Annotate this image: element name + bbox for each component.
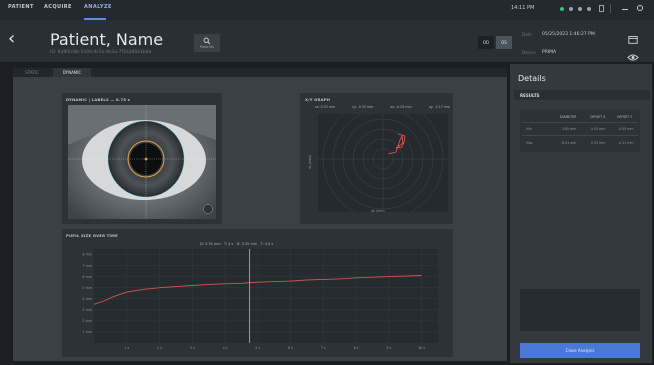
results-label: RESULTS xyxy=(520,93,540,98)
pupil-chart-title: PUPIL SIZE OVER TIME xyxy=(66,233,118,238)
power-icon[interactable] xyxy=(637,5,643,11)
xy-ylabel: dy (mm) xyxy=(307,155,312,169)
row-max-offset-x: 0.33 mm xyxy=(591,141,606,145)
nav-analyze[interactable]: ANALYZE xyxy=(84,4,112,10)
y-tick-label: 6 mm xyxy=(82,275,92,279)
x-tick-label: 5 s xyxy=(255,346,260,350)
xy-card-title: X/Y GRAPH xyxy=(305,97,331,102)
y-tick-label: 3 mm xyxy=(82,308,92,312)
eye-card-title: DYNAMIC | LABELS — 8.75 s xyxy=(66,97,131,102)
clock: 14:11 PM xyxy=(511,5,535,11)
volume-icon xyxy=(578,7,582,11)
xy-xlabel: dx (mm) xyxy=(371,209,385,213)
y-tick-label: 4 mm xyxy=(82,297,92,301)
y-tick-label: 7 mm xyxy=(82,264,92,268)
patient-id: ID: 8a9f2c8b-5a0d-4c1e-9c3a-7f2a2d0e1b4a xyxy=(50,50,152,55)
table-divider xyxy=(522,135,638,136)
y-tick-label: 8 mm xyxy=(82,253,92,257)
back-chevron-icon[interactable]: ‹ xyxy=(8,30,15,48)
date-label: Date xyxy=(522,32,532,37)
device-value: PRIMA xyxy=(542,49,557,55)
nav-acquire[interactable]: ACQUIRE xyxy=(44,4,72,10)
date-value: 05/25/2023 1:46:27 PM xyxy=(542,31,595,37)
close-analysis-button[interactable]: Close Analysis xyxy=(520,343,640,358)
xy-readout-sx: sx: 0.03 mm xyxy=(315,105,335,109)
xy-readouts: sx: 0.03 mm sy: -0.33 mm ax: -0.05 mm ay… xyxy=(315,105,450,109)
row-min-offset-y: -0.05 mm xyxy=(618,127,634,131)
eye-image xyxy=(68,105,216,219)
xy-readout-sy: sy: -0.33 mm xyxy=(352,105,374,109)
x-tick-label: 2 s xyxy=(157,346,162,350)
details-title: Details xyxy=(518,74,546,83)
tab-static[interactable]: STATIC xyxy=(13,68,51,77)
tab-dynamic[interactable]: DYNAMIC xyxy=(53,68,91,77)
x-tick-label: 1 s xyxy=(124,346,129,350)
col-offset-x: OFFSET X xyxy=(590,115,606,119)
row-min-label: Min xyxy=(526,127,532,131)
x-tick-label: 7 s xyxy=(321,346,326,350)
row-min-offset-x: 0.05 mm xyxy=(591,127,606,131)
x-tick-label: 6 s xyxy=(288,346,293,350)
pupil-cursor-readout: D: 3.35 mm T: 4 s D: 3.35 mm T: 4.0 s xyxy=(200,242,274,246)
row-max-offset-y: -0.11 mm xyxy=(618,141,634,145)
divider xyxy=(610,4,611,13)
patient-name: Patient, Name xyxy=(50,30,164,49)
top-bar xyxy=(0,0,654,20)
y-tick-label: 2 mm xyxy=(82,319,92,323)
x-tick-label: 10 s xyxy=(418,346,425,350)
xy-readout-ax: ax: -0.05 mm xyxy=(390,105,412,109)
patient-search-button[interactable] xyxy=(194,34,220,52)
notes-area[interactable] xyxy=(520,289,640,331)
pupil-size-chart[interactable]: 1 mm 2 mm 3 mm 4 mm 5 mm 6 mm 7 mm 8 mm 1 s 2 s 3… xyxy=(70,249,446,353)
settings-icon[interactable] xyxy=(587,7,591,11)
table-divider xyxy=(522,122,638,123)
eye-toggle-os[interactable]: OS xyxy=(496,36,512,49)
row-min-diameter: 3.85 mm xyxy=(562,127,577,131)
xy-polar-plot xyxy=(318,114,448,212)
search-button-label: Patients xyxy=(199,45,214,49)
col-offset-y: OFFSET Y xyxy=(617,115,633,119)
results-table: DIAMETER OFFSET X OFFSET Y Min 3.85 mm 0… xyxy=(520,110,640,152)
x-tick-label: 8 s xyxy=(354,346,359,350)
calendar-icon[interactable] xyxy=(628,29,638,48)
row-max-diameter: 6.01 mm xyxy=(562,141,577,145)
nav-patient[interactable]: PATIENT xyxy=(8,4,34,10)
status-ok-icon xyxy=(560,7,564,11)
y-tick-label: 1 mm xyxy=(82,330,92,334)
x-tick-label: 9 s xyxy=(386,346,391,350)
xy-readout-ay: ay: -0.17 mm xyxy=(428,105,450,109)
row-max-label: Max xyxy=(526,141,533,145)
search-icon xyxy=(203,37,211,45)
eye-toggle-od[interactable]: OD xyxy=(478,36,494,49)
device-label: Device xyxy=(522,50,536,55)
battery-icon xyxy=(599,5,604,12)
wifi-icon xyxy=(569,7,573,11)
col-diameter: DIAMETER xyxy=(560,115,577,119)
minimize-icon[interactable] xyxy=(622,9,628,10)
y-tick-label: 5 mm xyxy=(82,286,92,290)
x-tick-label: 4 s xyxy=(223,346,228,350)
x-tick-label: 3 s xyxy=(190,346,195,350)
